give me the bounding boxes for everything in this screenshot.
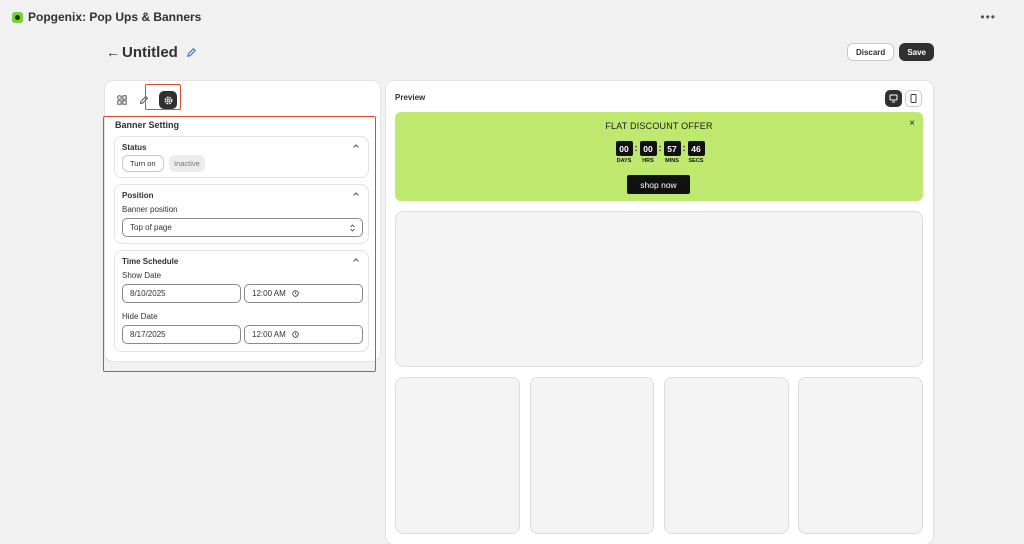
countdown-minutes: 57 MINS xyxy=(663,141,681,164)
banner-position-label: Banner position xyxy=(122,205,178,214)
more-menu-icon[interactable]: ••• xyxy=(980,10,996,24)
chevron-up-icon[interactable] xyxy=(352,190,360,198)
elements-grid-icon[interactable] xyxy=(115,93,129,107)
hide-date-value: 8/17/2025 xyxy=(130,330,166,339)
countdown-label: HRS xyxy=(642,158,654,164)
app-topbar: Popgenix: Pop Ups & Banners ••• xyxy=(0,0,1024,34)
countdown-value: 00 xyxy=(615,141,633,156)
position-heading: Position xyxy=(122,191,154,200)
shop-now-button[interactable]: shop now xyxy=(627,175,690,194)
status-section: Status Turn on Inactive xyxy=(114,136,369,178)
banner-setting-title: Banner Setting xyxy=(115,120,180,130)
clock-icon xyxy=(292,290,299,297)
pencil-icon[interactable] xyxy=(137,93,151,107)
back-arrow-icon[interactable]: ← xyxy=(106,44,120,60)
countdown-label: SECS xyxy=(688,158,704,164)
countdown-days: 00 DAYS xyxy=(615,141,633,164)
countdown-hours: 00 HRS xyxy=(639,141,657,164)
page-header: ← Untitled Discard Save xyxy=(106,40,934,64)
editor-toolbar xyxy=(115,91,177,109)
app-logo-icon xyxy=(12,11,23,23)
countdown-value: 46 xyxy=(687,141,705,156)
banner-title: FLAT DISCOUNT OFFER xyxy=(605,121,713,131)
time-schedule-section: Time Schedule Show Date 8/10/2025 12:00 … xyxy=(114,250,369,352)
show-date-label: Show Date xyxy=(122,271,162,280)
chevron-up-icon[interactable] xyxy=(352,142,360,150)
countdown-label: DAYS xyxy=(616,158,632,164)
banner-position-value: Top of page xyxy=(130,223,172,232)
hide-time-input[interactable]: 12:00 AM xyxy=(244,325,363,344)
placeholder-card xyxy=(395,377,520,534)
hide-time-value: 12:00 AM xyxy=(252,330,286,339)
select-chevron-icon xyxy=(350,224,355,232)
pencil-icon[interactable] xyxy=(186,47,197,58)
status-heading: Status xyxy=(122,143,147,152)
desktop-view-icon[interactable] xyxy=(885,90,902,107)
discard-button[interactable]: Discard xyxy=(846,43,895,61)
app-title: Popgenix: Pop Ups & Banners xyxy=(28,10,202,24)
countdown-value: 57 xyxy=(663,141,681,156)
countdown-timer: 00 DAYS : 00 HRS : 57 MINS : 46 SECS xyxy=(615,141,705,164)
hide-date-input[interactable]: 8/17/2025 xyxy=(122,325,241,344)
show-date-input[interactable]: 8/10/2025 xyxy=(122,284,241,303)
show-time-value: 12:00 AM xyxy=(252,289,286,298)
preview-card: Preview FLAT DISCOUNT OFFER × 00 DAYS : … xyxy=(386,81,933,544)
show-date-value: 8/10/2025 xyxy=(130,289,166,298)
turn-on-button[interactable]: Turn on xyxy=(122,155,164,172)
save-button[interactable]: Save xyxy=(899,43,934,61)
mobile-view-icon[interactable] xyxy=(905,90,922,107)
chevron-up-icon[interactable] xyxy=(352,256,360,264)
placeholder-card xyxy=(530,377,654,534)
banner-preview: FLAT DISCOUNT OFFER × 00 DAYS : 00 HRS :… xyxy=(395,112,923,201)
countdown-seconds: 46 SECS xyxy=(687,141,705,164)
show-time-input[interactable]: 12:00 AM xyxy=(244,284,363,303)
close-icon[interactable]: × xyxy=(909,118,915,129)
placeholder-card xyxy=(664,377,789,534)
countdown-value: 00 xyxy=(639,141,657,156)
inactive-button[interactable]: Inactive xyxy=(169,155,205,172)
placeholder-hero xyxy=(395,211,923,367)
header-actions: Discard Save xyxy=(846,43,934,61)
banner-position-select[interactable]: Top of page xyxy=(122,218,363,237)
time-schedule-heading: Time Schedule xyxy=(122,257,179,266)
countdown-label: MINS xyxy=(665,158,679,164)
settings-gear-icon[interactable] xyxy=(159,91,177,109)
clock-icon xyxy=(292,331,299,338)
position-section: Position Banner position Top of page xyxy=(114,184,369,244)
hide-date-label: Hide Date xyxy=(122,312,158,321)
page-title: Untitled xyxy=(122,43,178,61)
preview-label: Preview xyxy=(395,93,426,102)
placeholder-card xyxy=(798,377,923,534)
